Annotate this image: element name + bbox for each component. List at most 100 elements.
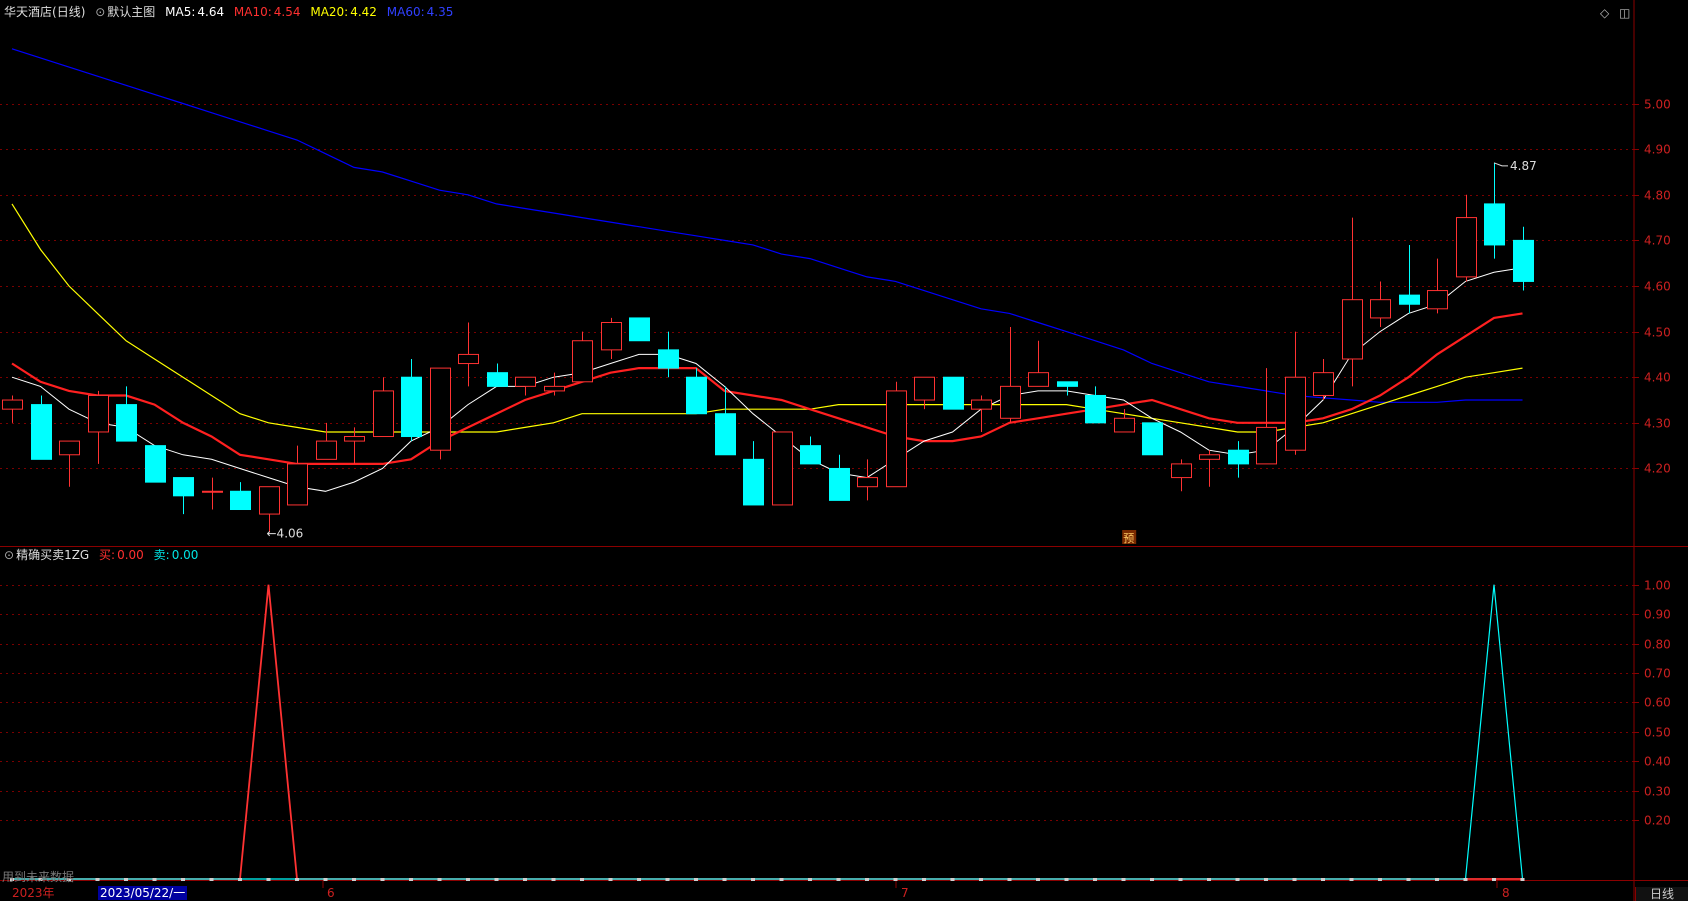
- candle[interactable]: [829, 454, 850, 501]
- candle[interactable]: [287, 445, 308, 506]
- candle[interactable]: [1057, 381, 1078, 396]
- candle[interactable]: [1513, 226, 1534, 291]
- indicator-point: [808, 878, 812, 881]
- candle[interactable]: [857, 459, 878, 501]
- candle[interactable]: [31, 395, 52, 460]
- indicator-y-tick-label: 0.40: [1644, 755, 1671, 769]
- indicator-point: [950, 878, 955, 881]
- candle[interactable]: [1370, 281, 1391, 328]
- candle[interactable]: [743, 441, 764, 506]
- candle[interactable]: [971, 395, 992, 432]
- collapse-icon[interactable]: ⊙: [95, 5, 105, 19]
- candle-body-up: [1256, 426, 1277, 465]
- candle[interactable]: [1142, 422, 1163, 456]
- candle[interactable]: [1085, 386, 1106, 424]
- candle-body-up: [88, 394, 109, 433]
- indicator-y-tick-label: 0.80: [1644, 638, 1671, 652]
- candle[interactable]: [715, 386, 736, 456]
- candle[interactable]: [1313, 358, 1334, 401]
- sell-signal-line: [12, 584, 1524, 880]
- indicator-y-tick-label: 0.60: [1644, 696, 1671, 710]
- candle[interactable]: [658, 331, 679, 378]
- buy-label: 买:: [99, 548, 116, 562]
- ma20-label: MA20:: [310, 5, 349, 19]
- indicator-y-tick-label: 0.90: [1644, 608, 1671, 622]
- candle[interactable]: [59, 440, 80, 487]
- template-label[interactable]: 默认主图: [107, 5, 155, 19]
- main-y-tick-label: 4.90: [1644, 143, 1671, 157]
- indicator-point: [409, 878, 413, 881]
- ma60-label: MA60:: [386, 5, 425, 19]
- indicator-collapse-icon[interactable]: ⊙: [4, 548, 14, 562]
- indicator-point: [1264, 878, 1268, 881]
- future-data-note: 用到未来数据: [2, 870, 75, 884]
- indicator-point: [922, 878, 926, 881]
- candle[interactable]: [1399, 244, 1420, 314]
- indicator-point: [1349, 878, 1354, 881]
- candle[interactable]: [943, 376, 964, 410]
- candle[interactable]: [344, 427, 365, 464]
- candle[interactable]: [1456, 194, 1477, 282]
- indicator-point: [1378, 878, 1382, 881]
- candle[interactable]: [886, 381, 907, 488]
- candle-body-up: [1028, 372, 1049, 387]
- candle[interactable]: [601, 317, 622, 359]
- candle-body-up: [259, 486, 280, 515]
- candle[interactable]: [430, 367, 451, 460]
- candle[interactable]: [1000, 327, 1021, 423]
- indicator-point: [865, 878, 869, 881]
- candle-body-down: [686, 376, 707, 415]
- diamond-icon[interactable]: ◇: [1600, 6, 1609, 20]
- indicator-point: [1007, 878, 1012, 881]
- main-y-tick-label: 4.20: [1644, 462, 1671, 476]
- candle[interactable]: [401, 358, 422, 442]
- candle[interactable]: [88, 390, 109, 464]
- indicator-point: [266, 878, 271, 881]
- stock-chart[interactable]: 4.20 4.30 4.40 4.50 4.60 4.70 4.80 4.90 5.00 0.20…: [0, 0, 1688, 901]
- stock-name[interactable]: 华天酒店: [4, 5, 52, 19]
- indicator-point: [551, 878, 556, 881]
- candle[interactable]: [515, 376, 536, 396]
- candle[interactable]: [1256, 368, 1277, 465]
- candle-body-up: [59, 440, 80, 456]
- indicator-header: ⊙ 精确买卖1ZG 买: 0.00 卖: 0.00: [4, 548, 204, 562]
- indicator-point: [437, 878, 442, 881]
- buy-signal-line: [12, 584, 1523, 880]
- candle[interactable]: [1427, 258, 1448, 314]
- candle[interactable]: [1484, 162, 1505, 259]
- indicator-point: [1492, 878, 1496, 881]
- indicator-point: [1463, 878, 1468, 881]
- panel-toggle-icon[interactable]: ◫: [1619, 6, 1630, 20]
- candle-body-up: [572, 340, 593, 383]
- indicator-point: [466, 878, 470, 881]
- candle[interactable]: [1285, 331, 1306, 455]
- candle[interactable]: [1228, 441, 1249, 478]
- candle[interactable]: [2, 395, 23, 423]
- candle[interactable]: [1171, 459, 1192, 492]
- candle[interactable]: [800, 436, 821, 465]
- candle[interactable]: [1199, 450, 1220, 487]
- indicator-point: [1064, 878, 1069, 881]
- candle[interactable]: [173, 477, 194, 515]
- candle[interactable]: [145, 445, 166, 483]
- indicator-point: [722, 878, 727, 881]
- candle[interactable]: [1342, 217, 1363, 387]
- candle-body-down: [1228, 449, 1249, 465]
- candle[interactable]: [629, 317, 650, 342]
- candle-body-down: [658, 349, 679, 369]
- high-price-label: 4.87: [1510, 159, 1537, 173]
- candle-body-up: [914, 376, 935, 401]
- candle[interactable]: [772, 431, 793, 506]
- indicator-name[interactable]: 精确买卖1ZG: [16, 548, 89, 562]
- candle[interactable]: [316, 422, 337, 460]
- candle[interactable]: [373, 377, 394, 438]
- candle[interactable]: [572, 331, 593, 383]
- period-tab[interactable]: 日线: [1635, 887, 1688, 901]
- candle[interactable]: [230, 482, 251, 511]
- candle[interactable]: [487, 363, 508, 387]
- candle[interactable]: [1028, 340, 1049, 387]
- month-label-6: 6: [327, 886, 335, 900]
- candle-body-up: [202, 490, 223, 493]
- candle-body-up: [772, 431, 793, 506]
- candle[interactable]: [202, 477, 223, 510]
